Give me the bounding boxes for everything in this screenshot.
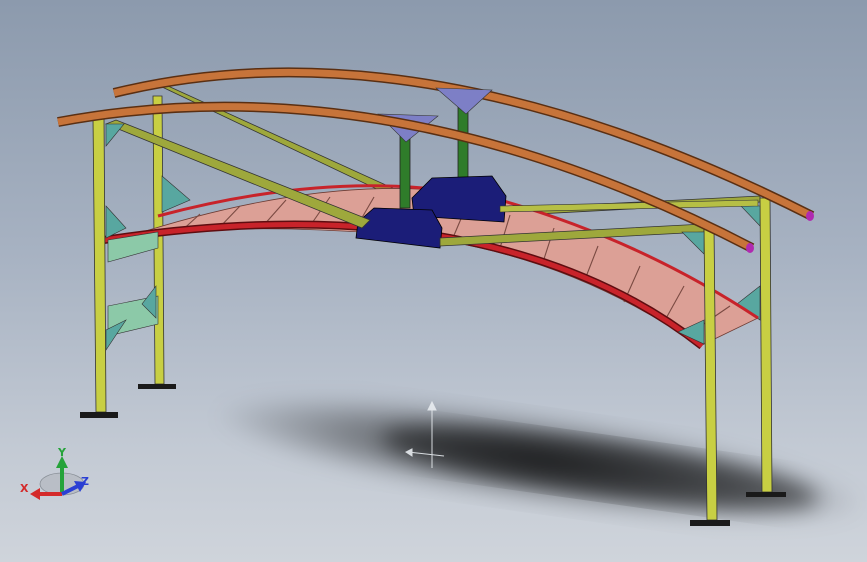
back-right-post bbox=[759, 197, 773, 493]
back-hanger-bracket bbox=[435, 87, 493, 115]
front-right-top-gusset bbox=[681, 231, 705, 255]
bridge-model[interactable]: X Y Z bbox=[0, 0, 867, 562]
deck-cross-brace bbox=[499, 199, 759, 213]
back-right-foot bbox=[746, 492, 786, 497]
orientation-triad[interactable]: X Y Z bbox=[20, 446, 89, 500]
front-left-top-gusset bbox=[105, 123, 125, 147]
back-right-top-gusset bbox=[739, 204, 761, 227]
front-right-foot bbox=[690, 520, 730, 526]
triad-x-label: X bbox=[20, 482, 29, 495]
back-left-foot bbox=[138, 384, 176, 389]
front-handrail-end bbox=[746, 243, 754, 253]
front-left-post bbox=[92, 117, 107, 413]
triad-z-label: Z bbox=[81, 475, 89, 488]
cad-viewport[interactable]: X Y Z bbox=[0, 0, 867, 562]
front-center-base bbox=[355, 207, 443, 249]
back-handrail-end bbox=[806, 211, 814, 221]
front-left-foot bbox=[80, 412, 118, 418]
back-left-gusset bbox=[161, 175, 191, 213]
triad-y-label: Y bbox=[57, 446, 67, 459]
